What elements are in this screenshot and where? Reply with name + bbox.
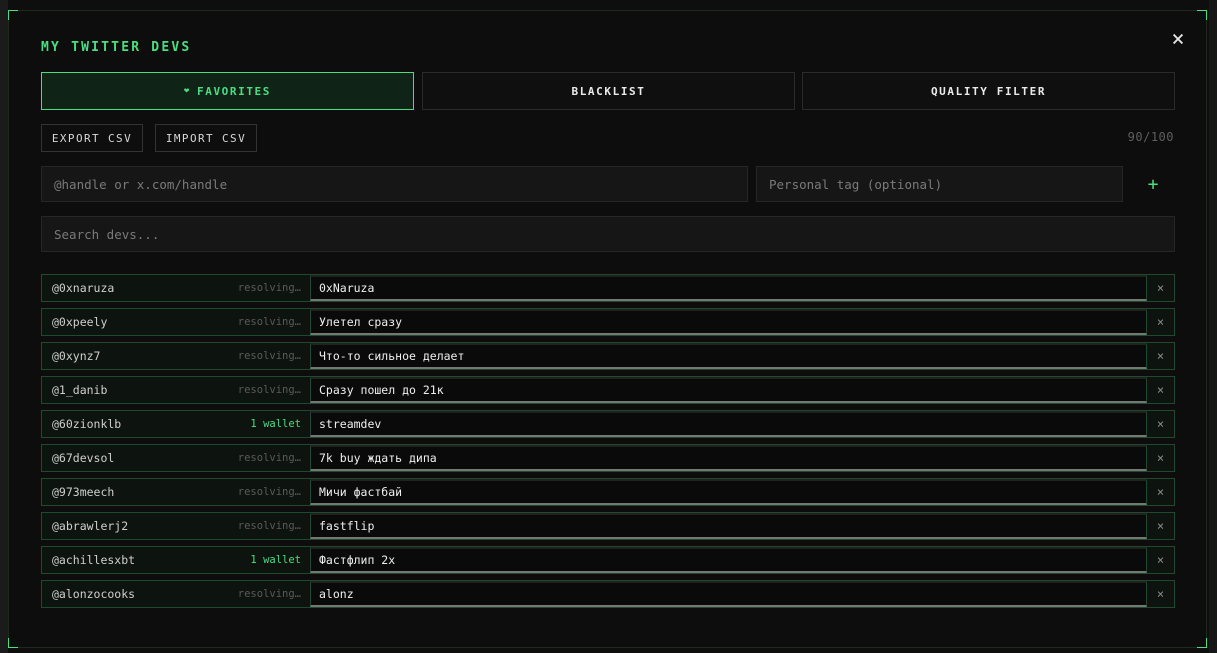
heart-icon: ❤ [183, 86, 191, 96]
dev-status: resolving… [237, 486, 301, 498]
dev-tag-input[interactable] [310, 411, 1147, 437]
dev-tag-input[interactable] [310, 547, 1147, 573]
remove-dev-icon[interactable]: × [1147, 275, 1174, 301]
remove-dev-icon[interactable]: × [1147, 479, 1174, 505]
dev-row: @0xnaruza resolving… × [41, 274, 1175, 302]
tab-blacklist[interactable]: BLACKLIST [422, 72, 795, 110]
dev-tag-input[interactable] [310, 377, 1147, 403]
tab-favorites-label: FAVORITES [197, 84, 272, 98]
dev-status: resolving… [237, 520, 301, 532]
dev-row: @1_danib resolving… × [41, 376, 1175, 404]
dev-tag-input[interactable] [310, 479, 1147, 505]
personal-tag-input[interactable] [756, 166, 1123, 202]
dev-handle[interactable]: @67devsol [42, 445, 232, 471]
remove-dev-icon[interactable]: × [1147, 581, 1174, 607]
dev-row: @abrawlerj2 resolving… × [41, 512, 1175, 540]
remove-dev-icon[interactable]: × [1147, 343, 1174, 369]
dev-row: @achillesxbt 1 wallet × [41, 546, 1175, 574]
dev-tag-input[interactable] [310, 309, 1147, 335]
corner-accent [8, 10, 18, 20]
dev-status: resolving… [237, 588, 301, 600]
add-dev-button[interactable]: + [1141, 166, 1165, 202]
remove-dev-icon[interactable]: × [1147, 445, 1174, 471]
remove-dev-icon[interactable]: × [1147, 547, 1174, 573]
dev-handle[interactable]: @0xpeely [42, 309, 232, 335]
export-csv-button[interactable]: EXPORT CSV [41, 124, 143, 152]
dev-status: 1 wallet [250, 554, 301, 566]
dev-tag-input[interactable] [310, 275, 1147, 301]
corner-accent [8, 638, 18, 648]
dev-status: resolving… [237, 350, 301, 362]
dev-tag-input[interactable] [310, 581, 1147, 607]
dev-handle[interactable]: @0xynz7 [42, 343, 232, 369]
dev-row: @0xpeely resolving… × [41, 308, 1175, 336]
dev-row: @973meech resolving… × [41, 478, 1175, 506]
remove-dev-icon[interactable]: × [1147, 411, 1174, 437]
dev-handle[interactable]: @1_danib [42, 377, 232, 403]
dev-handle[interactable]: @0xnaruza [42, 275, 232, 301]
dev-status: resolving… [237, 282, 301, 294]
dev-handle[interactable]: @achillesxbt [42, 547, 232, 573]
dev-row: @60zionklb 1 wallet × [41, 410, 1175, 438]
dev-status: resolving… [237, 452, 301, 464]
dev-status: resolving… [237, 384, 301, 396]
close-icon[interactable]: × [1169, 29, 1187, 51]
tab-quality-filter[interactable]: QUALITY FILTER [802, 72, 1175, 110]
corner-accent [1197, 638, 1207, 648]
dev-handle[interactable]: @973meech [42, 479, 232, 505]
dev-status: 1 wallet [250, 418, 301, 430]
corner-accent [1197, 10, 1207, 20]
tab-blacklist-label: BLACKLIST [571, 84, 646, 98]
twitter-devs-modal: MY TWITTER DEVS × ❤ FAVORITES BLACKLIST … [8, 10, 1207, 648]
remove-dev-icon[interactable]: × [1147, 377, 1174, 403]
remove-dev-icon[interactable]: × [1147, 309, 1174, 335]
handle-input[interactable] [41, 166, 748, 202]
tab-favorites[interactable]: ❤ FAVORITES [41, 72, 414, 110]
dev-handle[interactable]: @60zionklb [42, 411, 232, 437]
dev-row: @alonzocooks resolving… × [41, 580, 1175, 608]
remove-dev-icon[interactable]: × [1147, 513, 1174, 539]
dev-tag-input[interactable] [310, 445, 1147, 471]
modal-title: MY TWITTER DEVS [41, 40, 192, 55]
search-input[interactable] [41, 216, 1175, 252]
dev-handle[interactable]: @alonzocooks [42, 581, 232, 607]
dev-tag-input[interactable] [310, 513, 1147, 539]
import-csv-button[interactable]: IMPORT CSV [155, 124, 257, 152]
tab-quality-filter-label: QUALITY FILTER [930, 84, 1047, 98]
dev-list: @0xnaruzaresolving…×@0xpeelyresolving…×@… [41, 274, 1175, 624]
dev-tag-input[interactable] [310, 343, 1147, 369]
dev-row: @0xynz7 resolving… × [41, 342, 1175, 370]
dev-count: 90/100 [1127, 130, 1174, 144]
dev-handle[interactable]: @abrawlerj2 [42, 513, 232, 539]
dev-row: @67devsol resolving… × [41, 444, 1175, 472]
dev-status: resolving… [237, 316, 301, 328]
